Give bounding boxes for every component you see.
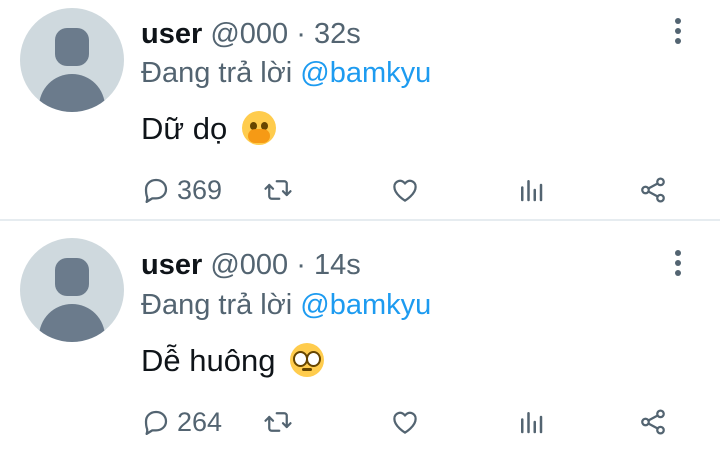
reply-count: 264 (177, 406, 223, 437)
tweet-actions: 264 (0, 402, 720, 442)
share-icon (641, 177, 665, 203)
reply-button[interactable]: 264 (141, 402, 222, 442)
avatar-head-shape (55, 28, 89, 66)
replying-to-handle-link[interactable]: @bamkyu (300, 57, 431, 89)
share-button[interactable] (638, 170, 668, 210)
replying-to-label: Đang trả lời (141, 289, 293, 321)
share-button[interactable] (638, 402, 668, 442)
tweet-text-content: Dễ huông (141, 343, 276, 378)
more-options-icon[interactable] (666, 16, 690, 46)
reply-icon (144, 178, 168, 203)
heart-icon (393, 179, 417, 202)
replying-to-label: Đang trả lời (141, 57, 293, 89)
replying-to: Đang trả lời @bamkyu (141, 288, 431, 322)
tweet[interactable]: user @000 · 32s Đang trả lời @bamkyu Dữ … (0, 0, 720, 222)
separator: · (296, 18, 306, 50)
replying-to-handle-link[interactable]: @bamkyu (300, 289, 431, 321)
face-with-hand-over-mouth-icon (241, 111, 276, 145)
avatar-body-shape (39, 74, 105, 112)
tweet-text-content: Dữ dọ (141, 111, 228, 146)
avatar[interactable] (20, 8, 124, 112)
reply-icon (144, 410, 168, 435)
timestamp[interactable]: 32s (314, 18, 361, 50)
avatar-body-shape (39, 304, 105, 342)
analytics-icon (521, 180, 543, 202)
separator: · (296, 249, 306, 281)
retweet-button[interactable] (263, 170, 293, 210)
tweet-header: user @000 · 14s (141, 248, 361, 282)
tweet-text: Dễ huông (141, 343, 325, 379)
views-button[interactable] (516, 170, 546, 210)
avatar-head-shape (55, 258, 89, 296)
display-name[interactable]: user (141, 18, 202, 50)
analytics-icon (521, 412, 543, 434)
retweet-icon (264, 412, 292, 432)
reply-count: 369 (177, 174, 223, 205)
reply-button[interactable]: 369 (141, 170, 222, 210)
tweet-header: user @000 · 32s (141, 17, 361, 51)
timestamp[interactable]: 14s (314, 249, 361, 281)
like-button[interactable] (390, 170, 420, 210)
tweet-actions: 369 (0, 170, 720, 210)
pleading-face-icon (290, 343, 325, 377)
tweet[interactable]: user @000 · 14s Đang trả lời @bamkyu Dễ … (0, 222, 720, 444)
replying-to: Đang trả lời @bamkyu (141, 56, 431, 90)
heart-icon (393, 411, 417, 434)
user-handle[interactable]: @000 (210, 249, 288, 281)
views-button[interactable] (516, 402, 546, 442)
retweet-icon (264, 180, 292, 200)
avatar[interactable] (20, 238, 124, 342)
more-options-icon[interactable] (666, 248, 690, 278)
retweet-button[interactable] (263, 402, 293, 442)
user-handle[interactable]: @000 (210, 18, 288, 50)
like-button[interactable] (390, 402, 420, 442)
divider (0, 219, 720, 221)
share-icon (641, 409, 665, 435)
tweet-text: Dữ dọ (141, 111, 276, 147)
display-name[interactable]: user (141, 249, 202, 281)
